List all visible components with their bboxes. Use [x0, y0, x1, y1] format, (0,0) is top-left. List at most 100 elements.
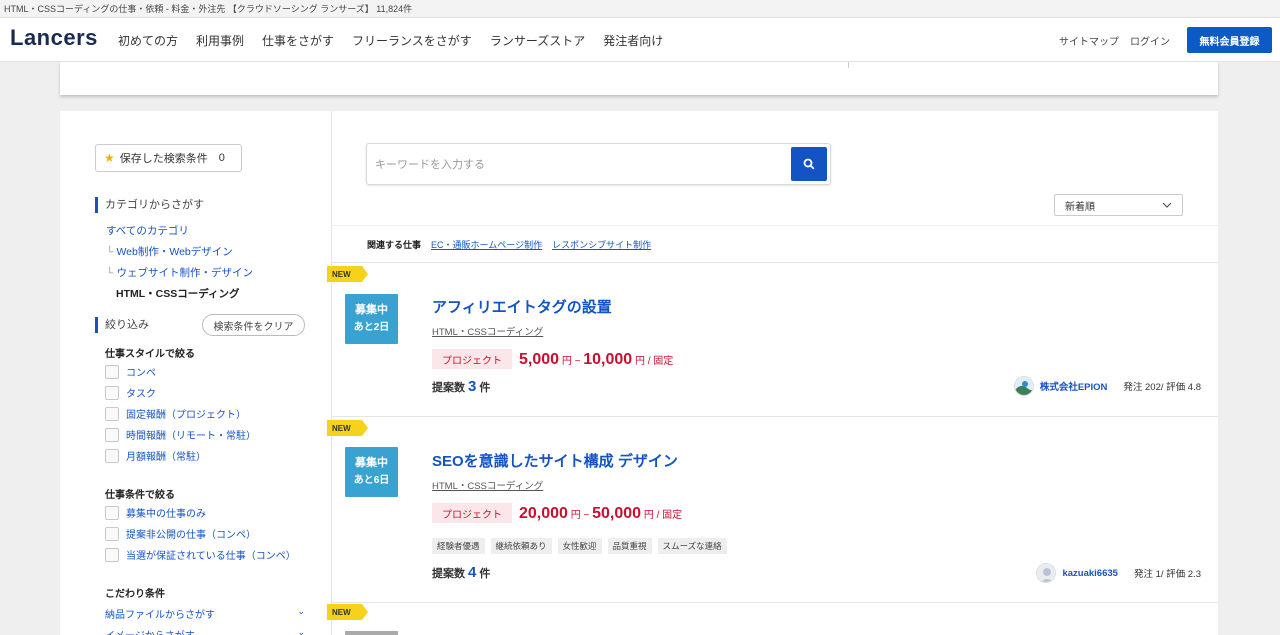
filter-fixed[interactable]: 固定報酬（プロジェクト）: [105, 406, 246, 421]
job-category[interactable]: HTML・CSSコーディング: [432, 478, 543, 492]
job-price: 5,000 円 ~ 10,000 円 / 固定: [519, 351, 673, 369]
category-web-link[interactable]: └ Web制作・Webデザイン: [106, 244, 233, 259]
proposal-count: 提案数 4 件: [432, 564, 490, 581]
price-min: 5,000: [519, 351, 560, 368]
price-fixed: 円 / 固定: [634, 356, 674, 367]
job-tags: 経験者優遇 継続依頼あり 女性歓迎 品質重視 スムーズな連絡: [432, 538, 727, 554]
nav-item-for-clients[interactable]: 発注者向け: [603, 32, 663, 49]
remaining-label: あと2日: [353, 322, 390, 333]
category-all-link[interactable]: すべてのカテゴリ: [106, 223, 189, 238]
divider: [848, 62, 849, 68]
chevron-down-icon: ⌄: [297, 606, 305, 616]
saved-search-button[interactable]: ★ 保存した検索条件 0: [95, 144, 242, 172]
nav-item-find-freelancers[interactable]: フリーランスをさがす: [352, 32, 472, 49]
clear-filters-button[interactable]: 検索条件をクリア: [202, 314, 305, 336]
top-card: [60, 62, 1218, 95]
nav-item-store[interactable]: ランサーズストア: [490, 32, 585, 49]
checkbox-label: 時間報酬（リモート・常駐）: [126, 431, 256, 442]
status-label: 募集中: [355, 457, 388, 469]
filter-monthly[interactable]: 月額報酬（常駐）: [105, 448, 206, 463]
nav-item-beginners[interactable]: 初めての方: [118, 32, 178, 49]
job-title[interactable]: アフィリエイトタグの設置: [432, 296, 612, 317]
client-name[interactable]: 株式会社EPION: [1040, 379, 1108, 393]
job-category[interactable]: HTML・CSSコーディング: [432, 324, 543, 338]
search-input[interactable]: [375, 154, 775, 176]
login-link[interactable]: ログイン: [1130, 33, 1170, 48]
client-avatar[interactable]: [1013, 376, 1034, 396]
lancers-logo[interactable]: Lancers: [10, 25, 98, 51]
checkbox[interactable]: [105, 364, 119, 379]
sort-select[interactable]: 新着順: [1054, 194, 1183, 216]
proposal-label: 提案数: [432, 382, 465, 394]
search-icon: [803, 158, 815, 170]
checkbox[interactable]: [105, 385, 119, 400]
status-badge: 募集中 あと6日: [345, 447, 398, 497]
related-label: 関連する仕事: [367, 239, 422, 250]
accordion-label: イメージからさがす: [105, 627, 195, 635]
checkbox[interactable]: [105, 505, 119, 520]
job-list-area: 新着順 関連する仕事 EC・通販ホームページ制作 レスポンシブサイト制作 NEW…: [327, 111, 1218, 635]
filter-compe[interactable]: コンペ: [105, 364, 156, 379]
window-title: HTML・CSSコーディングの仕事・依頼 - 料金・外注先 【クラウドソーシング…: [0, 0, 1280, 18]
current-category: HTML・CSSコーディング: [116, 288, 240, 300]
client-stats: 発注 1/ 評価 2.3: [1133, 569, 1201, 580]
related-link-ec[interactable]: EC・通販ホームページ制作: [431, 238, 542, 251]
filter-guaranteed[interactable]: 当選が保証されている仕事（コンペ）: [105, 547, 296, 562]
price-sep: ~: [574, 356, 581, 367]
tree-icon: └: [106, 246, 114, 258]
chevron-down-icon: ⌄: [297, 627, 305, 635]
checkbox[interactable]: [105, 526, 119, 541]
price-sep: ~: [583, 510, 590, 521]
job-tag: 経験者優遇: [432, 538, 485, 554]
price-max: 50,000: [592, 505, 642, 522]
category-website-link[interactable]: └ ウェブサイト制作・デザイン: [106, 265, 253, 280]
proposal-unit: 件: [479, 382, 491, 394]
checkbox[interactable]: [105, 427, 119, 442]
nav-item-find-jobs[interactable]: 仕事をさがす: [262, 32, 334, 49]
proposal-count: 提案数 3 件: [432, 378, 490, 395]
saved-search-count: 0: [218, 152, 225, 164]
client-stats: 発注 202/ 評価 4.8: [1123, 382, 1201, 393]
category-title: カテゴリからさがす: [95, 197, 204, 213]
checkbox[interactable]: [105, 448, 119, 463]
price-fixed: 円 / 固定: [643, 510, 683, 521]
checkbox[interactable]: [105, 547, 119, 562]
client-info: kazuaki6635 発注 1/ 評価 2.3: [1036, 563, 1201, 583]
nav-item-cases[interactable]: 利用事例: [196, 32, 244, 49]
accordion-images[interactable]: イメージからさがす ⌄: [105, 627, 305, 635]
filter-open-only[interactable]: 募集中の仕事のみ: [105, 505, 206, 520]
filter-hourly[interactable]: 時間報酬（リモート・常駐）: [105, 427, 256, 442]
client-name[interactable]: kazuaki6635: [1062, 568, 1117, 579]
job-tag: 女性歓迎: [557, 538, 602, 554]
status-label: 募集中: [355, 304, 388, 316]
sitemap-link[interactable]: サイトマップ: [1059, 33, 1119, 48]
checkbox[interactable]: [105, 406, 119, 421]
saved-search-label: 保存した検索条件: [119, 153, 208, 165]
filter-private-proposals[interactable]: 提案非公開の仕事（コンペ）: [105, 526, 256, 541]
search-box: [366, 143, 831, 185]
client-avatar[interactable]: [1036, 563, 1057, 583]
job-card: NEW 募集中 あと6日 SEOを意識したサイト構成 デザイン HTML・CSS…: [327, 417, 1218, 603]
filter-title: 絞り込み: [95, 317, 149, 333]
job-type-badge: プロジェクト: [432, 503, 512, 523]
tree-icon: └: [106, 267, 114, 279]
related-link-responsive[interactable]: レスポンシブサイト制作: [552, 238, 651, 251]
checkbox-label: 月額報酬（常駐）: [126, 452, 206, 463]
checkbox-label: タスク: [126, 389, 156, 400]
filter-task[interactable]: タスク: [105, 385, 156, 400]
status-badge: [345, 631, 398, 635]
checkbox-label: 当選が保証されている仕事（コンペ）: [126, 551, 296, 562]
job-title[interactable]: SEOを意識したサイト構成 デザイン: [432, 450, 678, 471]
job-type-badge: プロジェクト: [432, 349, 512, 369]
accordion-deliverables[interactable]: 納品ファイルからさがす ⌄: [105, 606, 305, 621]
job-tag: 継続依頼あり: [490, 538, 552, 554]
category-label: ウェブサイト制作・デザイン: [116, 267, 253, 279]
related-jobs: 関連する仕事 EC・通販ホームページ制作 レスポンシブサイト制作: [332, 225, 1218, 263]
proposal-number: 4: [468, 564, 477, 581]
search-button[interactable]: [791, 147, 827, 181]
status-badge: 募集中 あと2日: [345, 294, 398, 344]
register-button[interactable]: 無料会員登録: [1187, 27, 1272, 53]
checkbox-label: 提案非公開の仕事（コンペ）: [126, 530, 256, 541]
sort-selected: 新着順: [1065, 201, 1095, 213]
header-links: サイトマップ ログイン: [1059, 18, 1170, 62]
